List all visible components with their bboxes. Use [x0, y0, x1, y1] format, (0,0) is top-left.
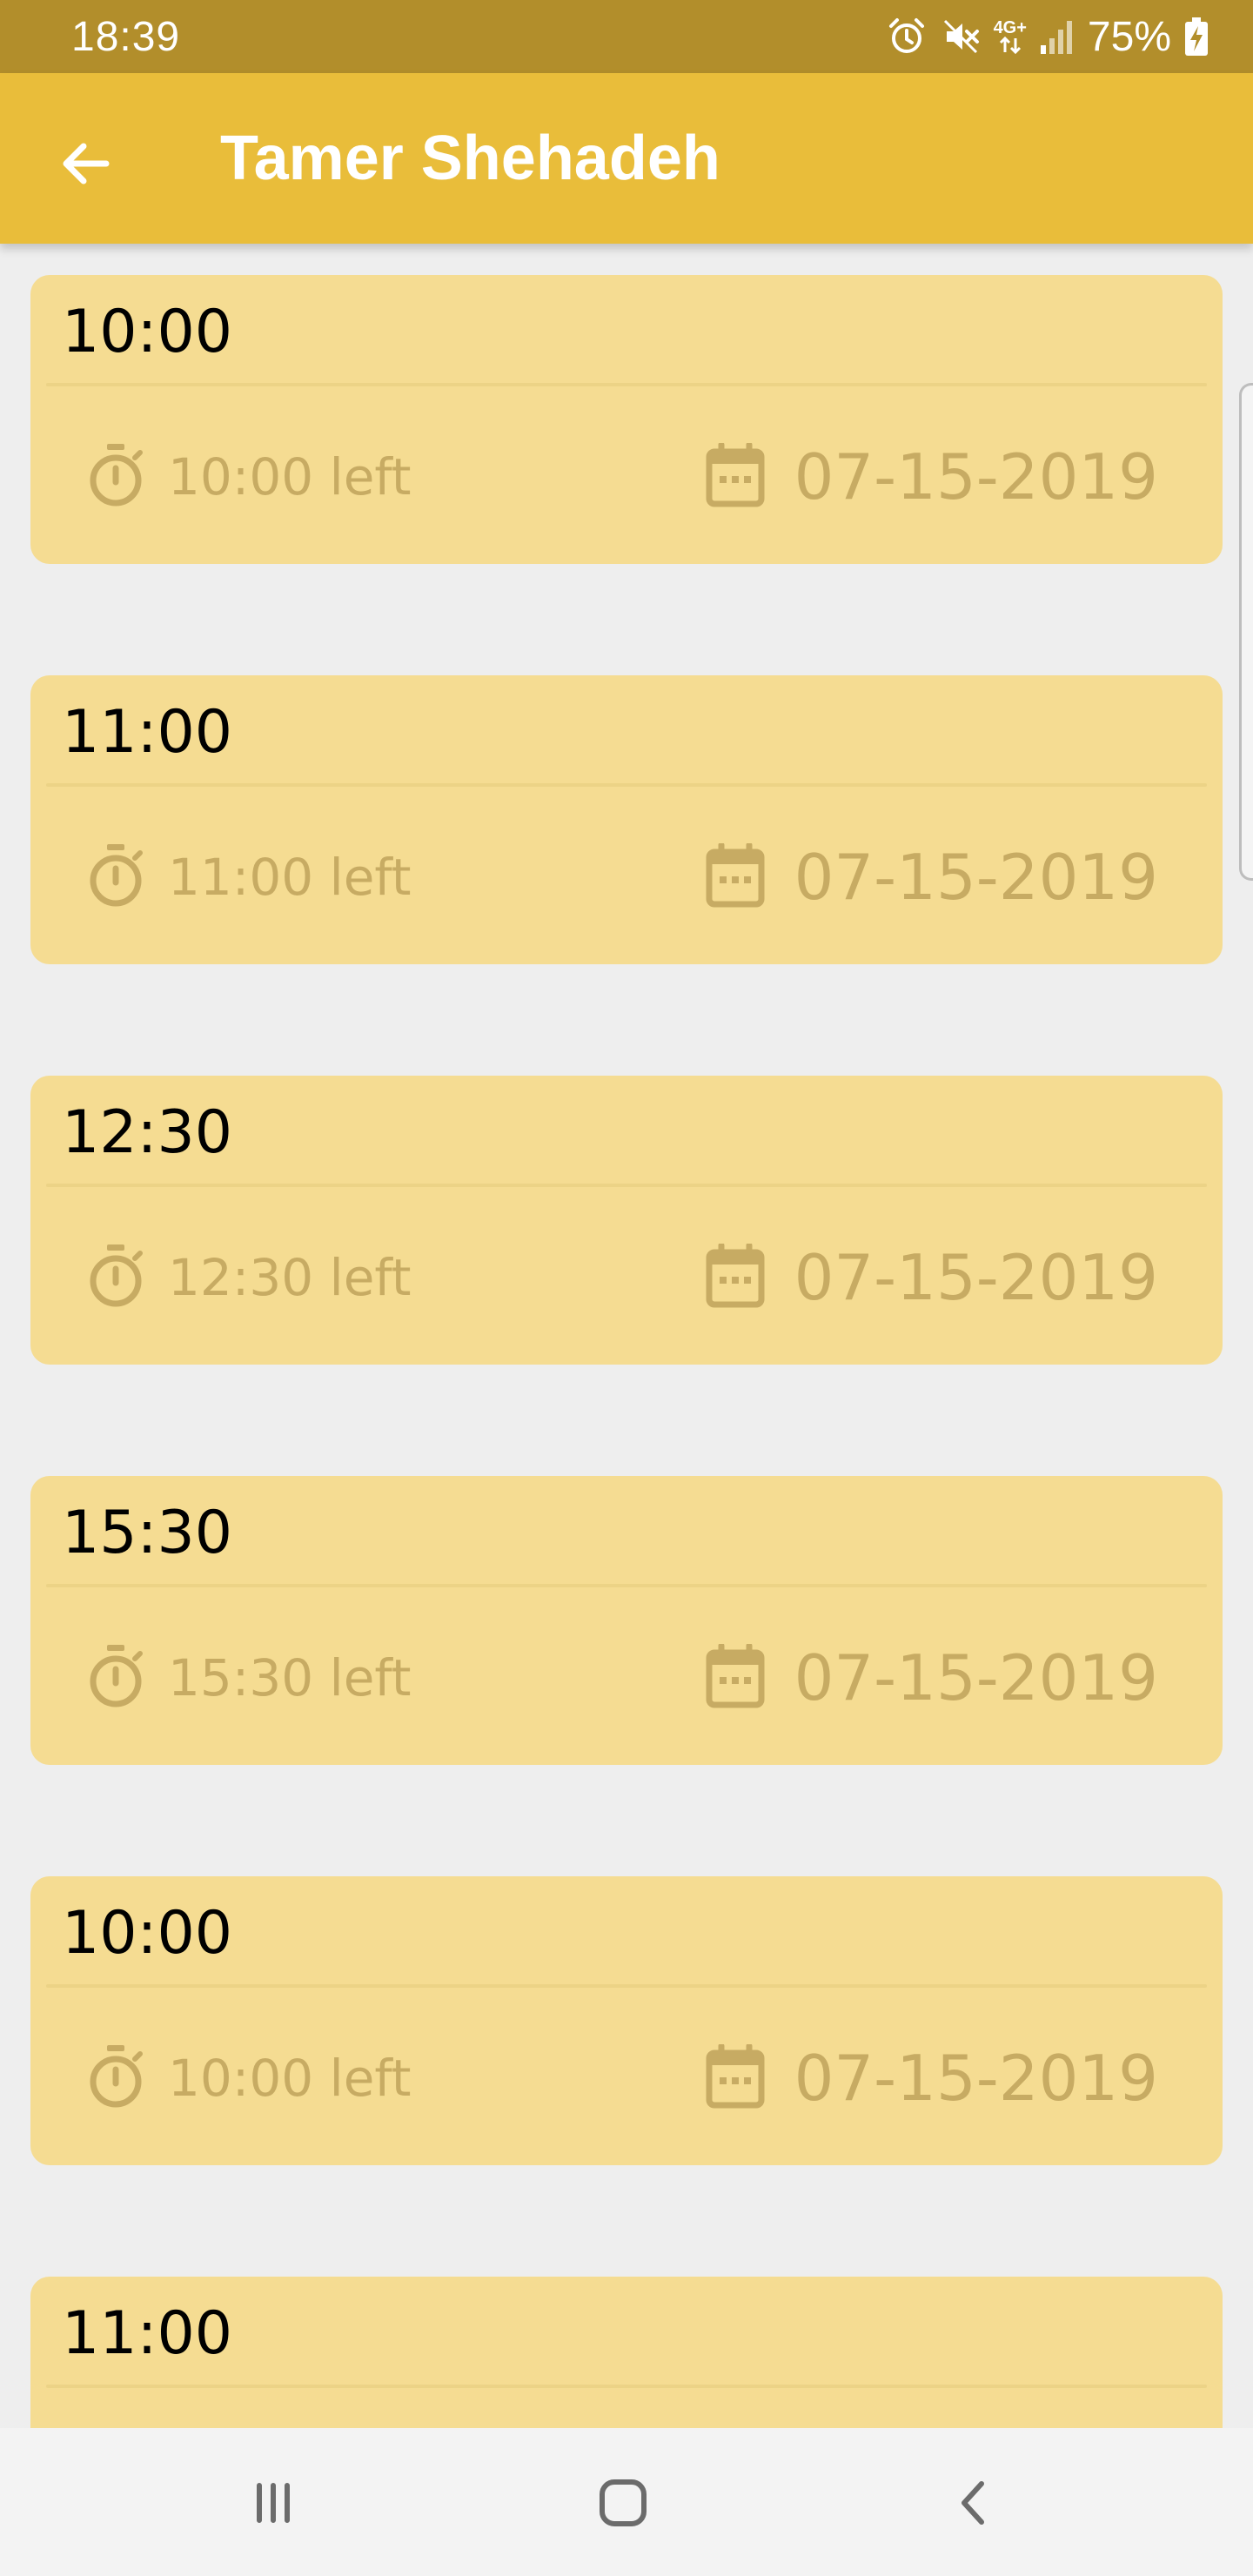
appointment-date: 07-15-2019	[706, 834, 1158, 921]
status-time: 18:39	[71, 13, 181, 60]
status-icons: 4G+ 75%	[886, 13, 1209, 61]
appointment-time: 15:30	[62, 1499, 232, 1567]
battery-percent: 75%	[1087, 13, 1171, 60]
recent-apps-icon	[257, 2483, 290, 2523]
appointment-card[interactable]: 10:00 10:00 left 07-15-2019	[30, 275, 1223, 564]
alarm-icon	[886, 16, 928, 57]
stopwatch-icon	[84, 1641, 147, 1715]
appointment-date-label: 07-15-2019	[794, 1641, 1158, 1714]
card-divider	[46, 1984, 1207, 1988]
calendar-icon	[706, 1242, 765, 1312]
time-remaining: 11:00 left	[84, 834, 412, 921]
time-remaining-label: 15:30 left	[168, 1648, 412, 1707]
appointment-card[interactable]: 15:30 15:30 left 07-15-2019	[30, 1476, 1223, 1765]
appointment-date: 07-15-2019	[706, 2035, 1158, 2122]
scroll-handle[interactable]	[1239, 383, 1253, 881]
appointment-date: 07-15-2019	[706, 1234, 1158, 1321]
back-button[interactable]	[49, 127, 122, 200]
card-divider	[46, 1584, 1207, 1587]
calendar-icon	[706, 441, 765, 512]
stopwatch-icon	[84, 841, 147, 915]
chevron-left-icon	[962, 2481, 984, 2525]
stopwatch-icon	[84, 2042, 147, 2116]
card-divider	[46, 783, 1207, 787]
card-divider	[46, 1184, 1207, 1187]
appointment-date: 07-15-2019	[706, 1634, 1158, 1721]
navigation-bar	[0, 2428, 1253, 2576]
network-label: 4G+	[993, 18, 1027, 37]
appointment-card[interactable]: 11:00 11:00 left 07-15-2019	[30, 675, 1223, 964]
time-remaining: 10:00 left	[84, 2035, 412, 2122]
stopwatch-icon	[84, 440, 147, 514]
home-icon	[600, 2479, 647, 2526]
appointment-time: 11:00	[62, 2299, 232, 2368]
appointment-date: 07-15-2019	[706, 433, 1158, 520]
back-nav-button[interactable]	[943, 2472, 1006, 2534]
app-bar: Tamer Shehadeh	[0, 73, 1253, 244]
card-divider	[46, 383, 1207, 386]
calendar-icon	[706, 842, 765, 912]
home-button[interactable]	[592, 2472, 654, 2534]
time-remaining-label: 12:30 left	[168, 1248, 412, 1307]
signal-icon	[1039, 17, 1075, 56]
time-remaining: 12:30 left	[84, 1234, 412, 1321]
appointment-date-label: 07-15-2019	[794, 841, 1158, 914]
calendar-icon	[706, 1642, 765, 1713]
stopwatch-icon	[84, 1241, 147, 1315]
calendar-icon	[706, 2043, 765, 2113]
page-title: Tamer Shehadeh	[220, 124, 720, 193]
battery-charging-icon	[1183, 16, 1209, 57]
appointment-card[interactable]: 10:00 10:00 left 07-15-2019	[30, 1876, 1223, 2165]
time-remaining-label: 10:00 left	[168, 447, 412, 506]
mute-icon	[940, 16, 982, 57]
time-remaining-label: 11:00 left	[168, 848, 412, 907]
time-remaining: 15:30 left	[84, 1634, 412, 1721]
network-type-icon: 4G+	[994, 19, 1027, 54]
appointment-card[interactable]: 11:00	[30, 2277, 1223, 2428]
time-remaining-label: 10:00 left	[168, 2049, 412, 2108]
screen: 18:39 4G+ 75% Tamer Shehadeh 10:00 10:00…	[0, 0, 1253, 2576]
appointment-time: 10:00	[62, 1899, 232, 1968]
time-remaining: 10:00 left	[84, 433, 412, 520]
appointment-list[interactable]: 10:00 10:00 left 07-15-2019 11:00 11:00 left…	[0, 244, 1253, 2428]
appointment-date-label: 07-15-2019	[794, 1241, 1158, 1314]
appointment-date-label: 07-15-2019	[794, 2042, 1158, 2115]
appointment-time: 10:00	[62, 298, 232, 366]
appointment-date-label: 07-15-2019	[794, 440, 1158, 513]
card-divider	[46, 2385, 1207, 2388]
recent-apps-button[interactable]	[242, 2472, 305, 2534]
appointment-card[interactable]: 12:30 12:30 left 07-15-2019	[30, 1076, 1223, 1365]
status-bar: 18:39 4G+ 75%	[0, 0, 1253, 73]
appointment-time: 11:00	[62, 698, 232, 767]
arrow-back-icon	[63, 143, 110, 184]
appointment-time: 12:30	[62, 1098, 232, 1167]
